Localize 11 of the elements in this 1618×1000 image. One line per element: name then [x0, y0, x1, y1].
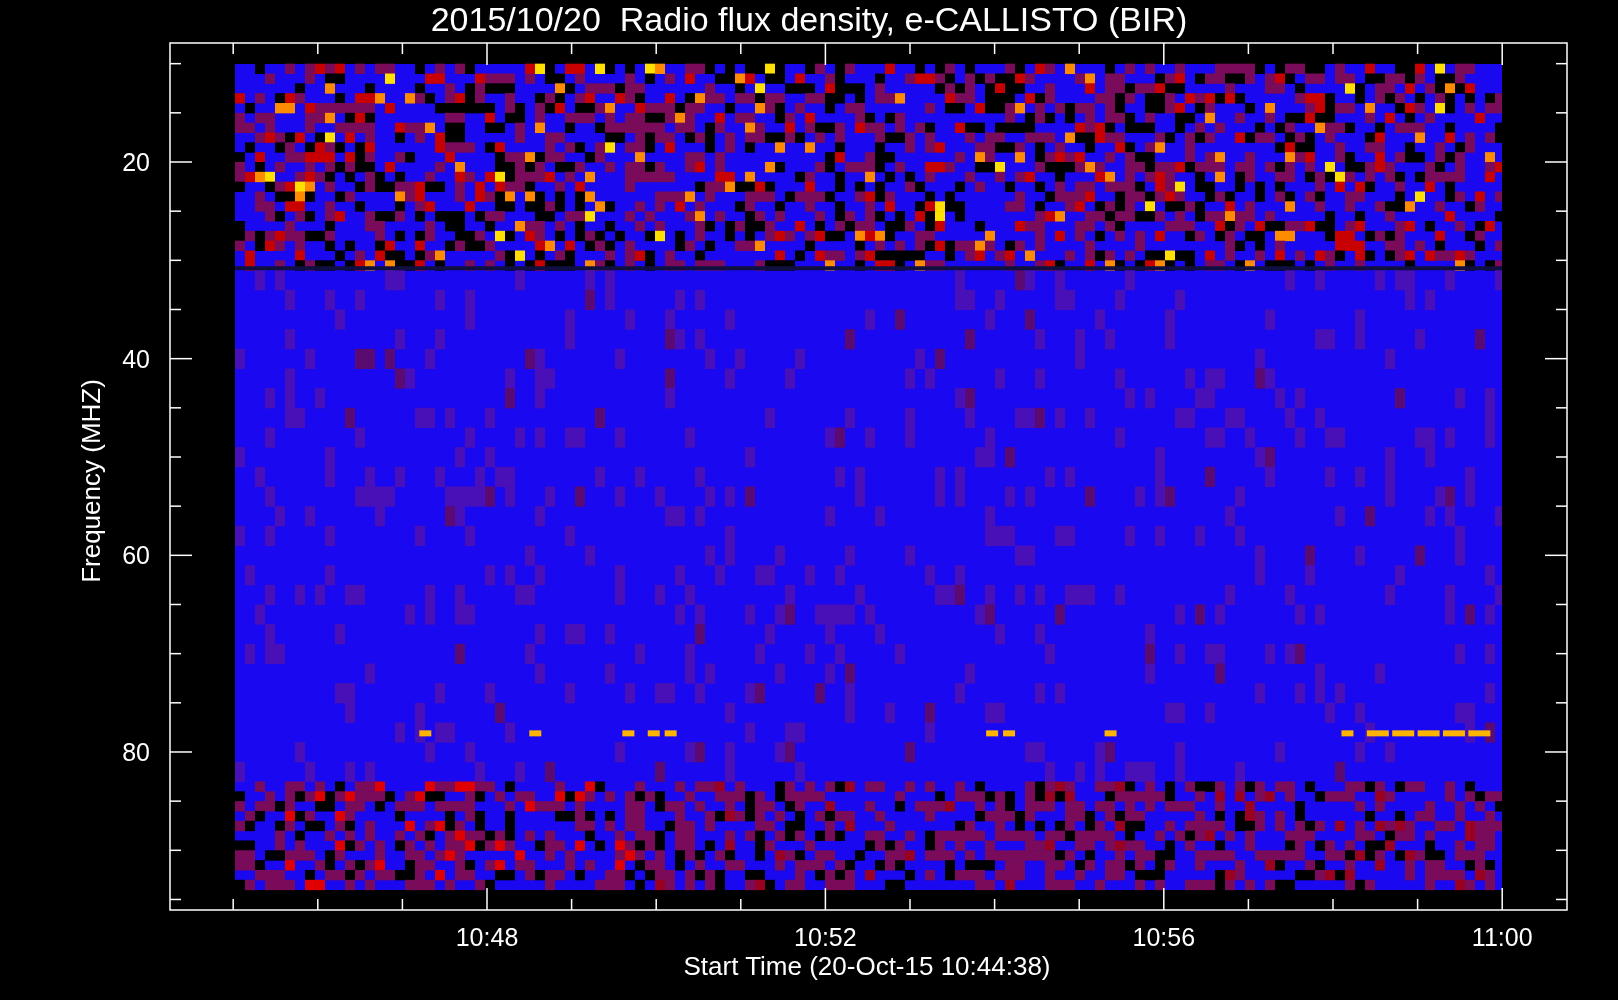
chart-title: 2015/10/20 Radio flux density, e-CALLISTO (BIR) — [430, 0, 1188, 38]
y-axis-label: Frequency (MHZ) — [76, 379, 106, 583]
y-tick-label: 60 — [122, 541, 150, 570]
y-tick-label: 20 — [122, 148, 150, 176]
y-tick-label: 40 — [122, 344, 150, 373]
x-tick-label: 11:00 — [1471, 923, 1533, 951]
x-tick-label: 10:52 — [794, 923, 857, 951]
x-tick-label: 10:48 — [455, 923, 519, 951]
y-tick-label: 80 — [122, 738, 150, 766]
x-axis-label: Start Time (20-Oct-15 10:44:38) — [683, 951, 1051, 981]
x-tick-label: 10:56 — [1132, 923, 1196, 951]
